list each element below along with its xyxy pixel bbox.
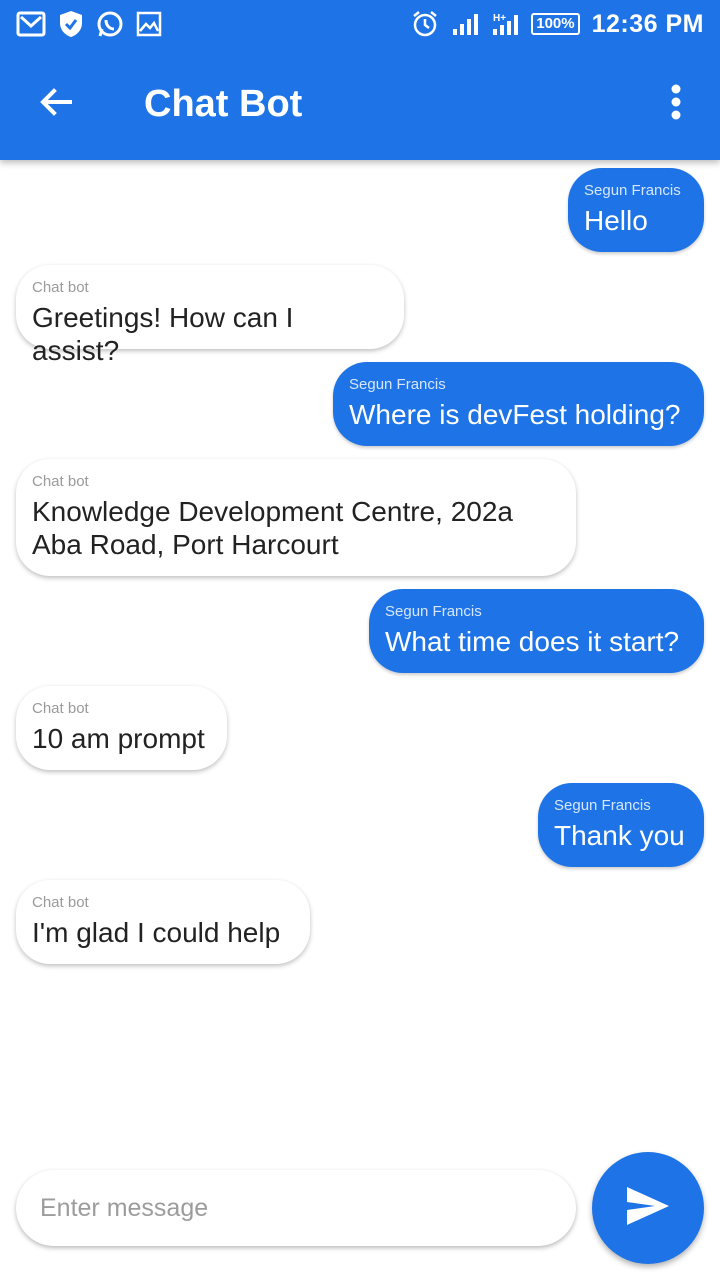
message-text: Hello xyxy=(584,205,648,236)
user-message: Segun Francis Hello xyxy=(568,168,704,252)
overflow-menu-button[interactable] xyxy=(656,82,696,126)
app-bar: H+ 100% 12:36 PM Chat Bot xyxy=(0,0,720,160)
message-text: What time does it start? xyxy=(385,626,680,657)
more-vert-icon xyxy=(670,84,682,125)
message-sender: Chat bot xyxy=(32,279,89,296)
message-input-container xyxy=(16,1170,576,1246)
message-text: Greetings! How can I assist? xyxy=(32,302,294,366)
svg-text:H+: H+ xyxy=(493,13,506,24)
message-sender: Chat bot xyxy=(32,700,89,717)
user-message: Segun Francis Where is devFest holding? xyxy=(333,362,704,446)
message-sender: Segun Francis xyxy=(385,603,482,620)
message-sender: Chat bot xyxy=(32,473,89,490)
image-icon xyxy=(136,11,162,37)
gmail-icon xyxy=(16,10,46,38)
message-sender: Chat bot xyxy=(32,894,89,911)
send-icon xyxy=(625,1185,671,1232)
battery-indicator: 100% xyxy=(531,13,580,35)
chat-list[interactable]: Segun Francis Hello Chat bot Greetings! … xyxy=(0,160,720,1140)
message-sender: Segun Francis xyxy=(554,797,651,814)
back-button[interactable] xyxy=(34,82,78,126)
message-input[interactable] xyxy=(16,1193,576,1223)
message-text: Knowledge Development Centre, 202a Aba R… xyxy=(32,496,513,560)
system-icons: H+ 100% 12:36 PM xyxy=(411,10,704,39)
message-sender: Segun Francis xyxy=(349,376,446,393)
bot-message: Chat bot 10 am prompt xyxy=(16,686,227,770)
status-bar: H+ 100% 12:36 PM xyxy=(0,0,720,48)
status-clock: 12:36 PM xyxy=(591,9,704,38)
notification-icons xyxy=(16,10,162,38)
message-text: 10 am prompt xyxy=(32,723,205,754)
bot-message: Chat bot Greetings! How can I assist? xyxy=(16,265,404,366)
page-title: Chat Bot xyxy=(144,83,303,125)
signal-hplus-icon: H+ xyxy=(491,11,519,37)
bot-message: Chat bot Knowledge Development Centre, 2… xyxy=(16,459,576,576)
toolbar: Chat Bot xyxy=(0,48,720,160)
whatsapp-icon xyxy=(96,10,124,38)
user-message: Segun Francis What time does it start? xyxy=(369,589,704,673)
composer xyxy=(0,1150,720,1270)
message-sender: Segun Francis xyxy=(584,182,681,199)
message-text: I'm glad I could help xyxy=(32,917,281,948)
message-text: Where is devFest holding? xyxy=(349,399,681,430)
arrow-back-icon xyxy=(38,84,74,125)
user-message: Segun Francis Thank you xyxy=(538,783,704,867)
signal-icon xyxy=(451,11,479,37)
alarm-icon xyxy=(411,10,439,38)
shield-icon xyxy=(58,10,84,38)
send-button[interactable] xyxy=(592,1152,704,1264)
message-text: Thank you xyxy=(554,820,685,851)
bot-message: Chat bot I'm glad I could help xyxy=(16,880,310,964)
